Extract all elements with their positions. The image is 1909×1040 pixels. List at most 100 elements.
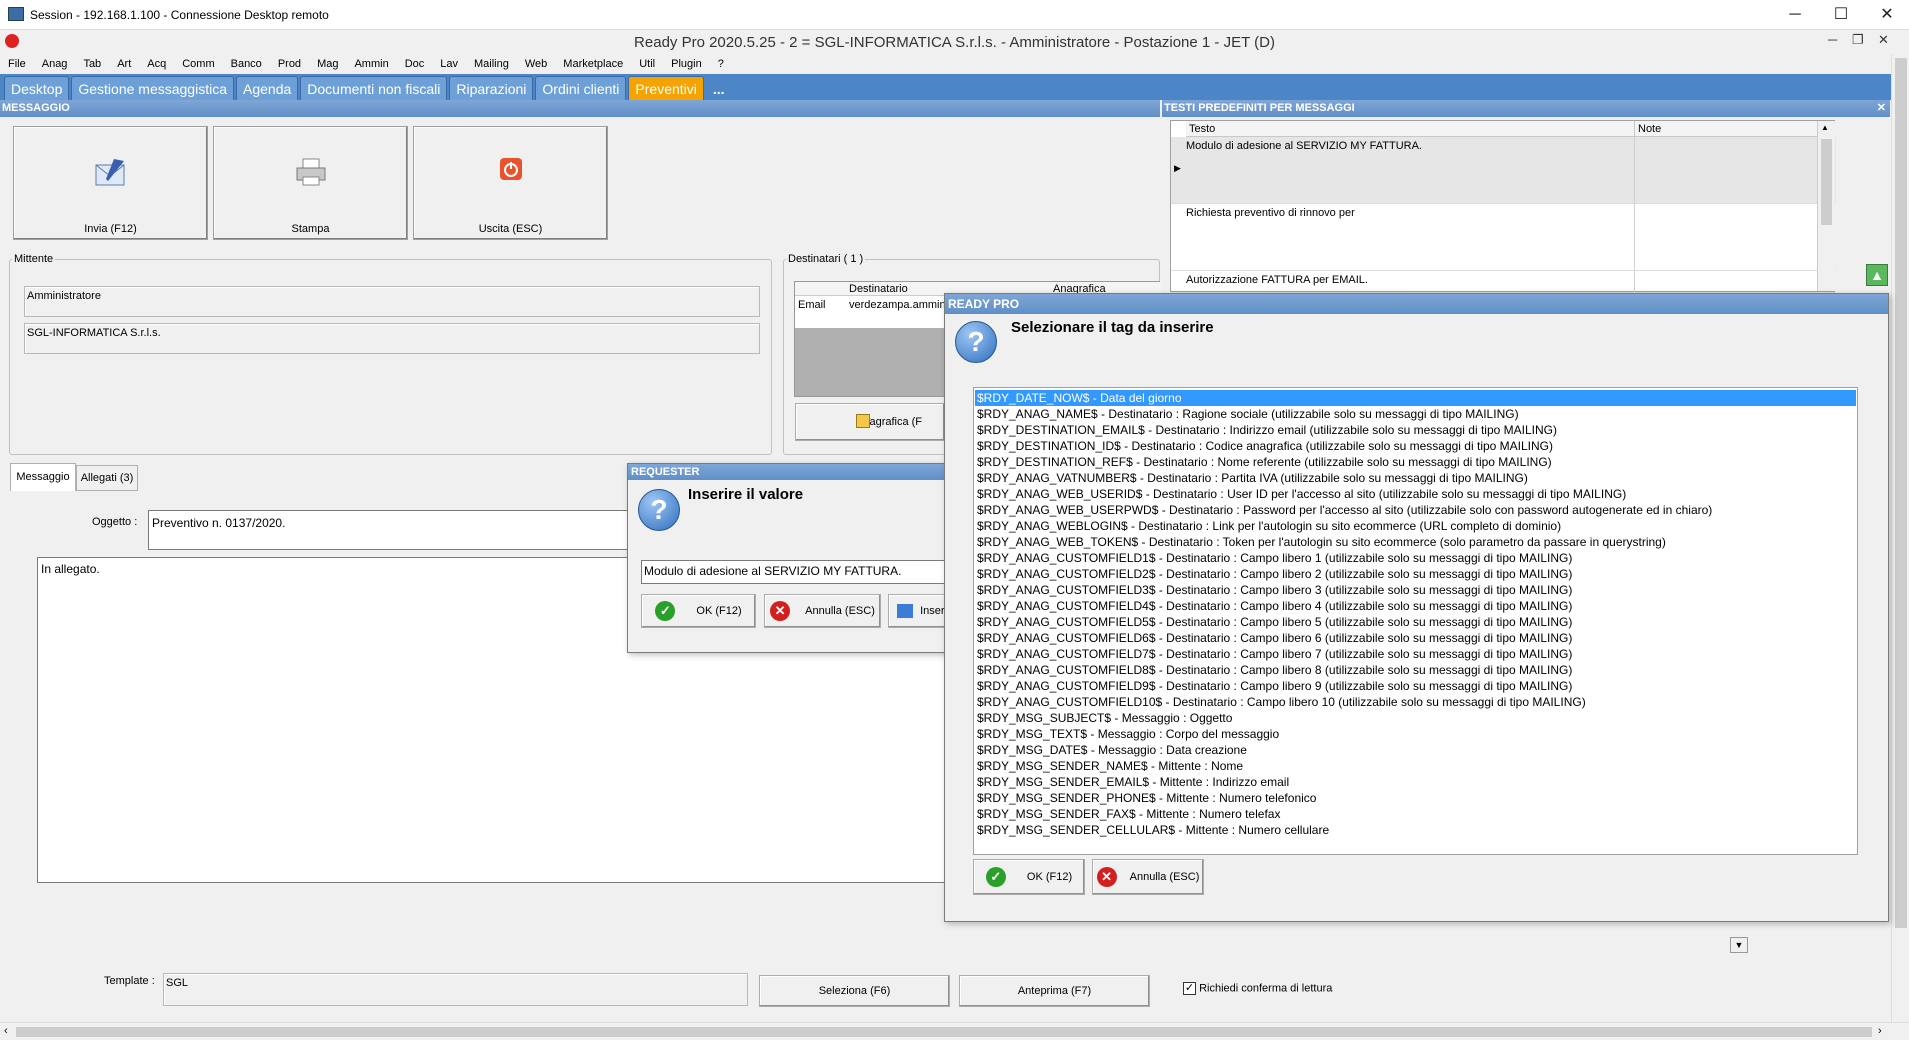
tag-list-item[interactable]: $RDY_MSG_SUBJECT$ - Messaggio : Oggetto [975,710,1856,726]
tag-list-item[interactable]: $RDY_MSG_SENDER_PHONE$ - Mittente : Nume… [975,790,1856,806]
recipients-col-recipient: Destinatario [849,283,908,295]
tab-documenti-non-fiscali[interactable]: Documenti non fiscali [300,76,448,100]
tag-list-item[interactable]: $RDY_MSG_SENDER_NAME$ - Mittente : Nome [975,758,1856,774]
tag-list[interactable]: $RDY_DATE_NOW$ - Data del giorno $RDY_ANA… [973,387,1858,855]
tag-list-item[interactable]: $RDY_MSG_SENDER_CELLULAR$ - Mittente : N… [975,822,1856,838]
rdp-maximize-button[interactable]: ☐ [1818,0,1864,30]
requester-value-input[interactable]: Modulo di adesione al SERVIZIO MY FATTUR… [641,560,961,584]
text-row-value: Autorizzazione FATTURA per EMAIL. [1186,274,1368,286]
menu-item-help[interactable]: ? [718,54,724,74]
select-template-button[interactable]: Seleziona (F6) [759,975,950,1007]
window-scroll-thumb[interactable] [1895,58,1907,928]
tab-more[interactable]: ... [705,76,732,100]
menu-item-doc[interactable]: Doc [405,54,425,74]
tag-list-item[interactable]: $RDY_MSG_SENDER_EMAIL$ - Mittente : Indi… [975,774,1856,790]
menu-item-lav[interactable]: Lav [440,54,458,74]
menu-item-plugin[interactable]: Plugin [671,54,702,74]
tag-list-item[interactable]: $RDY_DATE_NOW$ - Data del giorno [975,390,1856,406]
tag-list-item[interactable]: $RDY_MSG_SENDER_FAX$ - Mittente : Numero… [975,806,1856,822]
tag-list-item[interactable]: $RDY_ANAG_WEB_USERID$ - Destinatario : U… [975,486,1856,502]
tag-list-item[interactable]: $RDY_MSG_DATE$ - Messaggio : Data creazi… [975,742,1856,758]
move-up-arrow-icon[interactable]: ▲ [1866,264,1888,286]
preview-button[interactable]: Anteprima (F7) [959,975,1150,1007]
template-field[interactable]: SGL [163,973,748,1006]
app-minimize-button[interactable]: ─ [1828,32,1837,47]
text-row[interactable]: Autorizzazione FATTURA per EMAIL. [1171,271,1836,293]
recipients-legend: Destinatari ( 1 ) [788,253,864,265]
scroll-left-icon[interactable]: ‹ [4,1025,8,1037]
text-row[interactable]: ▶ Modulo di adesione al SERVIZIO MY FATT… [1171,137,1836,204]
horizontal-scroll-thumb[interactable] [16,1027,1872,1037]
tag-list-item[interactable]: $RDY_DESTINATION_EMAIL$ - Destinatario :… [975,422,1856,438]
tag-list-item[interactable]: $RDY_ANAG_CUSTOMFIELD10$ - Destinatario … [975,694,1856,710]
menu-item-art[interactable]: Art [117,54,131,74]
app-restore-button[interactable]: ❐ [1852,32,1864,48]
menu-item-mailing[interactable]: Mailing [474,54,509,74]
tag-list-item[interactable]: $RDY_ANAG_VATNUMBER$ - Destinatario : Pa… [975,470,1856,486]
tab-riparazioni[interactable]: Riparazioni [449,76,534,100]
tag-dialog-ok-button[interactable]: ✓ OK (F12) [973,859,1085,895]
tag-list-item[interactable]: $RDY_ANAG_WEB_TOKEN$ - Destinatario : To… [975,534,1856,550]
print-button[interactable]: Stampa [213,126,408,240]
subject-label: Oggetto : [92,516,138,528]
tag-list-item[interactable]: $RDY_ANAG_WEB_USERPWD$ - Destinatario : … [975,502,1856,518]
tag-list-item[interactable]: $RDY_ANAG_CUSTOMFIELD8$ - Destinatario :… [975,662,1856,678]
tab-agenda[interactable]: Agenda [236,76,299,100]
texts-vertical-scrollbar[interactable]: ▲ [1817,121,1835,291]
row-pointer-icon: ▶ [1174,163,1181,173]
menu-item-web[interactable]: Web [525,54,547,74]
body-scroll-down-icon[interactable]: ▼ [1730,937,1748,953]
tab-gestione-messaggistica[interactable]: Gestione messaggistica [71,76,234,100]
tab-ordini-clienti[interactable]: Ordini clienti [535,76,627,100]
app-close-button[interactable]: ✕ [1878,32,1889,48]
tag-list-item[interactable]: $RDY_ANAG_CUSTOMFIELD1$ - Destinatario :… [975,550,1856,566]
menu-item-prod[interactable]: Prod [278,54,301,74]
menu-item-ammin[interactable]: Ammin [354,54,388,74]
sender-company-field[interactable]: SGL-INFORMATICA S.r.l.s. [24,323,760,354]
tag-list-item[interactable]: $RDY_ANAG_NAME$ - Destinatario : Ragione… [975,406,1856,422]
sender-name-field[interactable]: Amministratore [24,286,760,317]
scroll-right-icon[interactable]: › [1878,1025,1882,1037]
tag-list-item[interactable]: $RDY_DESTINATION_REF$ - Destinatario : N… [975,454,1856,470]
menu-item-acq[interactable]: Acq [147,54,166,74]
tag-list-item[interactable]: $RDY_ANAG_CUSTOMFIELD7$ - Destinatario :… [975,646,1856,662]
text-row[interactable]: Richiesta preventivo di rinnovo per [1171,204,1836,271]
menu-item-file[interactable]: File [8,54,26,74]
menu-item-tab[interactable]: Tab [83,54,101,74]
tag-list-item[interactable]: $RDY_MSG_TEXT$ - Messaggio : Corpo del m… [975,726,1856,742]
rdp-window-title: Session - 192.168.1.100 - Connessione De… [30,8,329,22]
texts-scroll-thumb[interactable] [1821,139,1832,225]
menu-item-comm[interactable]: Comm [182,54,214,74]
scroll-up-icon[interactable]: ▲ [1821,123,1829,132]
exit-button[interactable]: Uscita (ESC) [413,126,608,240]
tag-list-item[interactable]: $RDY_ANAG_CUSTOMFIELD3$ - Destinatario :… [975,582,1856,598]
tag-list-item[interactable]: $RDY_ANAG_CUSTOMFIELD2$ - Destinatario :… [975,566,1856,582]
menu-item-marketplace[interactable]: Marketplace [563,54,623,74]
tab-desktop[interactable]: Desktop [4,76,70,100]
menu-item-banco[interactable]: Banco [231,54,262,74]
menu-item-util[interactable]: Util [639,54,655,74]
tag-list-item[interactable]: $RDY_ANAG_WEBLOGIN$ - Destinatario : Lin… [975,518,1856,534]
rdp-close-button[interactable]: ✕ [1864,0,1909,30]
requester-cancel-button[interactable]: ✕ Annulla (ESC) [764,594,881,628]
tab-message[interactable]: Messaggio [10,463,76,491]
menu-item-mag[interactable]: Mag [317,54,338,74]
tag-list-item[interactable]: $RDY_ANAG_CUSTOMFIELD4$ - Destinatario :… [975,598,1856,614]
tag-list-item[interactable]: $RDY_DESTINATION_ID$ - Destinatario : Co… [975,438,1856,454]
registry-button[interactable]: Anagrafica (F [795,403,945,441]
menu-item-anag[interactable]: Anag [42,54,68,74]
horizontal-scrollbar[interactable]: ‹ › [0,1022,1909,1040]
tag-list-item[interactable]: $RDY_ANAG_CUSTOMFIELD9$ - Destinatario :… [975,678,1856,694]
tag-dialog-cancel-button[interactable]: ✕ Annulla (ESC) [1092,859,1204,895]
send-button[interactable]: Invia (F12) [13,126,208,240]
panel-close-icon[interactable]: ✕ [1877,100,1886,117]
read-receipt-checkbox[interactable]: ✓ Richiedi conferma di lettura [1183,982,1332,995]
tag-list-item[interactable]: $RDY_ANAG_CUSTOMFIELD6$ - Destinatario :… [975,630,1856,646]
subject-input[interactable]: Preventivo n. 0137/2020. [148,510,648,550]
rdp-minimize-button[interactable]: ─ [1772,0,1818,30]
tab-preventivi[interactable]: Preventivi [628,76,704,100]
tag-list-item[interactable]: $RDY_ANAG_CUSTOMFIELD5$ - Destinatario :… [975,614,1856,630]
window-vertical-scrollbar[interactable] [1891,54,1909,1022]
tab-attachments[interactable]: Allegati (3) [76,465,138,491]
requester-ok-button[interactable]: ✓ OK (F12) [641,594,756,628]
